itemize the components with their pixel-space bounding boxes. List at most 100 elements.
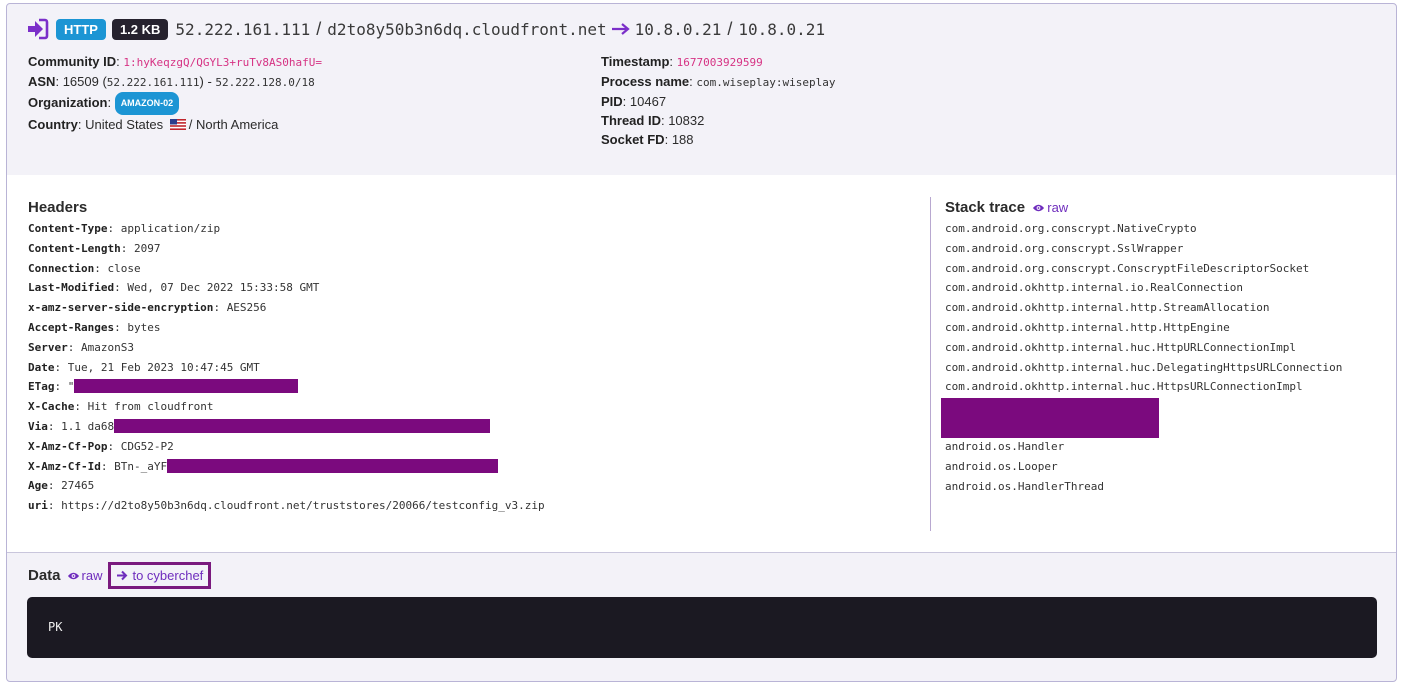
stack-frame: com.android.okhttp.internal.io.RealConne… xyxy=(945,281,1244,295)
process-info: Timestamp: 1677003929599 Process name: c… xyxy=(601,52,835,149)
process-value: com.wiseplay:wiseplay xyxy=(696,76,836,89)
stack-frames: com.android.org.conscrypt.NativeCrypto c… xyxy=(941,219,1385,497)
continent-value: North America xyxy=(195,117,279,132)
eye-icon xyxy=(1033,204,1045,212)
header-key: ETag xyxy=(28,380,55,394)
destination-host: 10.8.0.21 xyxy=(738,19,826,39)
socket-label: Socket FD xyxy=(601,132,665,147)
data-raw-link[interactable]: raw xyxy=(67,568,102,583)
thread-value: 10832 xyxy=(668,113,705,128)
country-value: United States xyxy=(85,117,164,132)
destination-ip: 10.8.0.21 xyxy=(634,19,722,39)
country-row: Country: United States / North America xyxy=(28,117,279,132)
header-key: X-Amz-Cf-Pop xyxy=(28,439,108,453)
header-row: Content-Type: application/zip xyxy=(28,222,221,235)
header-key: Accept-Ranges xyxy=(28,320,115,334)
community-id-value: 1:hyKeqzgQ/QGYL3+ruTv8AS0hafU= xyxy=(123,56,323,69)
header-key: Server xyxy=(28,340,68,354)
stack-frame: android.os.HandlerThread xyxy=(945,479,1104,493)
header-row: Age: 27465 xyxy=(28,479,95,493)
header-row: Last-Modified: Wed, 07 Dec 2022 15:33:58… xyxy=(28,281,320,295)
header-key: Content-Length xyxy=(28,241,121,255)
pid-row: PID: 10467 xyxy=(601,94,667,109)
stack-frame: com.android.org.conscrypt.NativeCrypto xyxy=(945,222,1197,235)
timestamp-row: Timestamp: 1677003929599 xyxy=(601,54,763,69)
cyberchef-label: to cyberchef xyxy=(132,568,204,583)
header-value: Tue, 21 Feb 2023 10:47:45 GMT xyxy=(67,360,260,374)
organization-badge: AMAZON-02 xyxy=(114,92,180,115)
header-key: Connection xyxy=(28,261,95,275)
headers-title: Headers xyxy=(28,199,88,216)
stack-frame: android.os.Handler xyxy=(945,440,1065,454)
header-row: x-amz-server-side-encryption: AES256 xyxy=(28,301,267,315)
stack-frame: android.os.Looper xyxy=(945,459,1058,473)
sign-in-icon xyxy=(28,18,49,40)
data-content-box: PK xyxy=(27,597,1377,658)
stack-frame: com.android.okhttp.internal.http.HttpEng… xyxy=(945,320,1230,334)
header-row: Server: AmazonS3 xyxy=(28,340,134,354)
flow-card: HTTP 1.2 KB 52.222.161.111 / d2to8y50b3n… xyxy=(6,3,1397,682)
header-row: ETag: " xyxy=(28,377,908,397)
network-info: Community ID: 1:hyKeqzgQ/QGYL3+ruTv8AS0h… xyxy=(28,52,322,134)
header-value: CDG52-P2 xyxy=(120,439,174,453)
header-value: Wed, 07 Dec 2022 15:33:58 GMT xyxy=(127,281,320,295)
header-value: close xyxy=(107,261,141,275)
eye-icon xyxy=(67,572,79,580)
source-host: d2to8y50b3n6dq.cloudfront.net xyxy=(327,19,607,39)
process-label: Process name xyxy=(601,74,690,89)
header-row: X-Cache: Hit from cloudfront xyxy=(28,400,214,414)
header-key: Content-Type xyxy=(28,222,108,235)
header-value: BTn-_aYF xyxy=(114,459,168,473)
header-value: https://d2to8y50b3n6dq.cloudfront.net/tr… xyxy=(61,499,545,513)
arrow-right-icon xyxy=(117,570,128,581)
timestamp-value: 1677003929599 xyxy=(676,56,763,69)
stack-frame: com.android.okhttp.internal.huc.Delegati… xyxy=(945,360,1343,374)
socket-row: Socket FD: 188 xyxy=(601,132,694,147)
column-divider xyxy=(930,197,931,531)
redaction xyxy=(941,398,1159,439)
protocol-badge: HTTP xyxy=(56,18,106,40)
header-key: x-amz-server-side-encryption xyxy=(28,301,214,315)
thread-label: Thread ID xyxy=(601,113,661,128)
process-row: Process name: com.wiseplay:wiseplay xyxy=(601,74,836,89)
header-value: " xyxy=(67,380,75,394)
thread-row: Thread ID: 10832 xyxy=(601,113,705,128)
header-value: application/zip xyxy=(120,222,221,235)
us-flag-icon xyxy=(169,119,186,130)
arrow-right-icon xyxy=(611,23,630,35)
header-value: AmazonS3 xyxy=(81,340,134,354)
header-value: 2097 xyxy=(133,241,161,255)
data-section: Data raw to cyberchef PK xyxy=(7,552,1396,681)
flow-summary: HTTP 1.2 KB 52.222.161.111 / d2to8y50b3n… xyxy=(7,4,1396,176)
size-badge: 1.2 KB xyxy=(111,18,169,40)
stack-frame: com.android.org.conscrypt.ConscryptFileD… xyxy=(945,261,1310,275)
asn-label: ASN xyxy=(28,74,56,89)
stack-trace-label: Stack trace xyxy=(945,199,1026,216)
redaction xyxy=(167,458,499,473)
header-row: Content-Length: 2097 xyxy=(28,241,161,255)
header-key: Via xyxy=(28,419,48,433)
header-key: X-Cache xyxy=(28,400,75,414)
stack-frame: com.android.okhttp.internal.http.StreamA… xyxy=(945,301,1270,315)
organization-row: Organization: AMAZON-02 xyxy=(28,92,322,115)
headers-section: Headers Content-Type: application/zip Co… xyxy=(28,199,908,516)
details-panel: Headers Content-Type: application/zip Co… xyxy=(7,175,1396,553)
source-ip: 52.222.161.111 xyxy=(175,19,311,39)
stack-raw-link[interactable]: raw xyxy=(1032,200,1068,215)
data-title: Data xyxy=(28,567,61,584)
pid-label: PID xyxy=(601,94,623,109)
header-row: X-Amz-Cf-Id: BTn-_aYF xyxy=(28,457,908,477)
redaction xyxy=(74,379,299,394)
community-id-label: Community ID xyxy=(28,54,117,69)
data-header: Data raw to cyberchef xyxy=(28,562,212,589)
to-cyberchef-button[interactable]: to cyberchef xyxy=(108,562,212,589)
headers-list: Content-Type: application/zip Content-Le… xyxy=(28,219,908,516)
header-row: Accept-Ranges: bytes xyxy=(28,320,161,334)
stack-redaction-row xyxy=(941,397,1385,439)
header-row: Via: 1.1 da68 xyxy=(28,417,908,437)
header-row: Date: Tue, 21 Feb 2023 10:47:45 GMT xyxy=(28,360,260,374)
header-row: uri: https://d2to8y50b3n6dq.cloudfront.n… xyxy=(28,499,545,513)
header-value: 27465 xyxy=(61,479,95,493)
community-id-row: Community ID: 1:hyKeqzgQ/QGYL3+ruTv8AS0h… xyxy=(28,54,323,69)
flow-title: HTTP 1.2 KB 52.222.161.111 / d2to8y50b3n… xyxy=(27,17,825,41)
